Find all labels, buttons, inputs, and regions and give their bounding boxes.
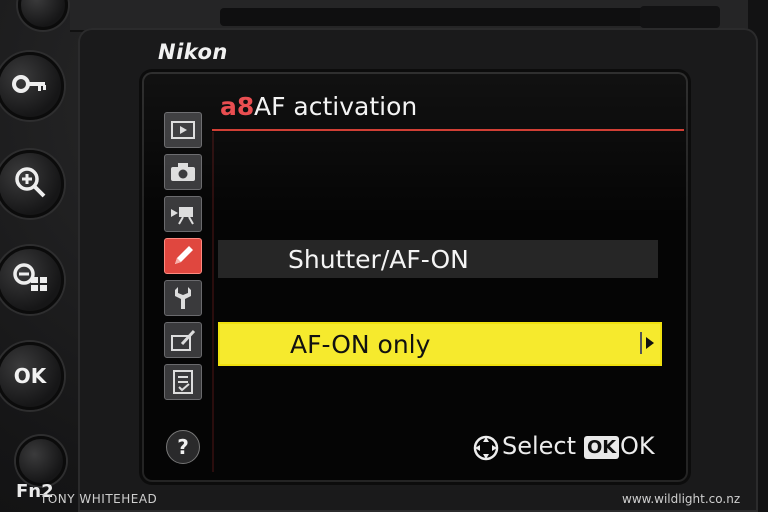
ok-badge: OK	[584, 436, 620, 459]
playback-menu-icon[interactable]	[164, 112, 202, 148]
multi-selector-icon	[472, 434, 500, 466]
lcd-screen: a8 AF activation ? Shutter/AF-ON AF-ON o…	[142, 72, 688, 482]
brand-logo: Nikon	[158, 40, 228, 64]
option-af-on-only[interactable]: AF-ON only	[218, 322, 662, 366]
top-slot-right	[640, 6, 720, 28]
help-icon[interactable]: ?	[166, 430, 200, 464]
watermark-site: www.wildlight.co.nz	[622, 492, 741, 506]
my-menu-icon[interactable]	[164, 364, 202, 400]
top-slot	[220, 8, 650, 26]
zoom-in-icon	[13, 165, 47, 204]
key-icon	[12, 74, 48, 99]
option-shutter-af-on[interactable]: Shutter/AF-ON	[218, 240, 658, 278]
menu-code: a8	[220, 92, 255, 121]
custom-settings-pencil-icon[interactable]	[164, 238, 202, 274]
photo-shooting-menu-icon[interactable]	[164, 154, 202, 190]
zoom-out-thumbnail-icon	[11, 261, 49, 300]
title-divider	[212, 129, 684, 131]
ok-button-label: OK	[13, 364, 47, 388]
option-label: AF-ON only	[290, 329, 431, 359]
retouch-menu-icon[interactable]	[164, 322, 202, 358]
option-label: Shutter/AF-ON	[288, 244, 469, 274]
ok-hint: OK	[620, 432, 655, 460]
fn2-button[interactable]	[16, 436, 66, 486]
select-hint: Select	[502, 432, 577, 460]
chevron-right-icon	[640, 332, 658, 354]
content-left-border	[212, 132, 214, 472]
menu-title: AF activation	[254, 92, 418, 121]
watermark-author: TONY WHITEHEAD	[40, 492, 158, 506]
setup-wrench-icon[interactable]	[164, 280, 202, 316]
help-label: ?	[177, 435, 189, 459]
movie-shooting-menu-icon[interactable]	[164, 196, 202, 232]
